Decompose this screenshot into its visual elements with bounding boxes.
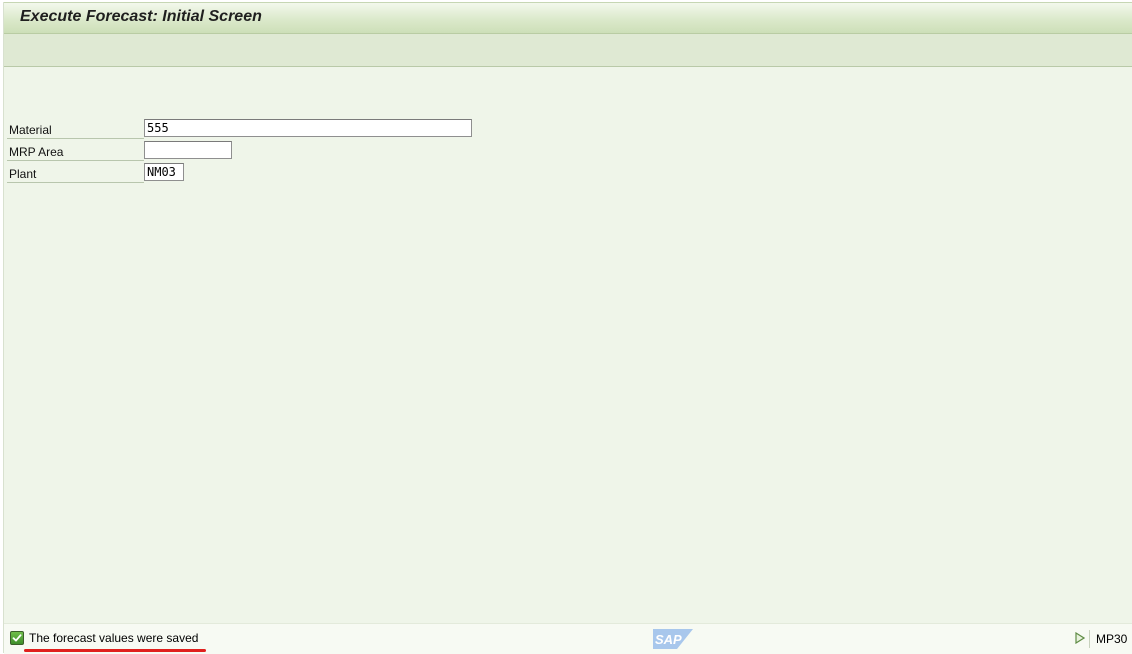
transaction-code[interactable]: MP30 [1096,632,1127,646]
triangle-right-icon[interactable] [1075,632,1085,644]
material-row: Material 555 [7,119,472,139]
sap-window: Execute Forecast: Initial Screen Materia… [3,2,1132,654]
mrp-area-label-underline [7,160,144,161]
mrp-area-row: MRP Area [7,141,472,161]
message-highlight-underline [24,649,206,652]
mrp-area-label: MRP Area [9,145,64,159]
plant-label: Plant [9,167,37,181]
plant-input[interactable]: NM03 [144,163,184,181]
title-bar: Execute Forecast: Initial Screen [4,2,1132,34]
status-message[interactable]: The forecast values were saved [29,631,198,645]
mrp-area-input[interactable] [144,141,232,159]
application-toolbar [4,34,1132,67]
material-input[interactable]: 555 [144,119,472,137]
screen-title: Execute Forecast: Initial Screen [20,8,262,25]
success-check-icon [10,631,24,645]
sap-logo-text: SAP [655,632,682,647]
status-bar: The forecast values were saved SAP MP30 [4,623,1132,654]
material-label: Material [9,123,52,137]
plant-label-underline [7,182,144,183]
material-label-underline [7,138,144,139]
sap-logo: SAP [653,629,693,649]
status-separator [1089,630,1090,648]
plant-row: Plant NM03 [7,163,472,183]
